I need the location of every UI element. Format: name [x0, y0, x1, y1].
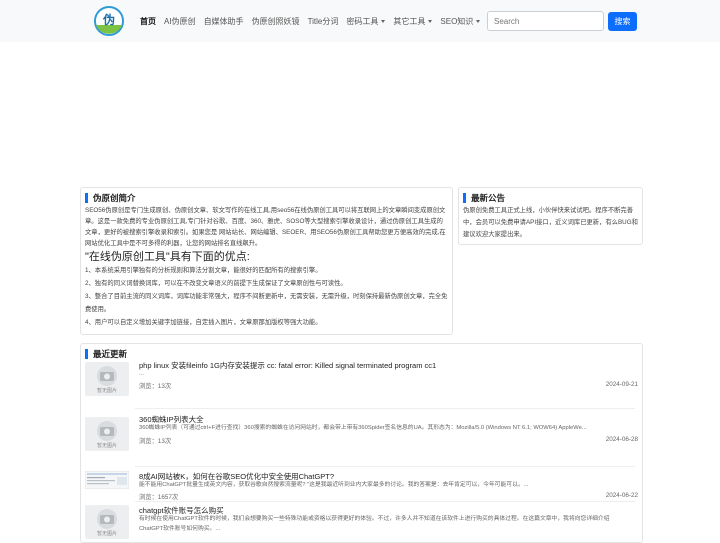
chevron-down-icon	[428, 19, 433, 23]
article-thumbnail[interactable]	[85, 471, 129, 489]
article-date: 2024-06-28	[605, 436, 638, 443]
svg-text:伪: 伪	[102, 12, 115, 27]
nav-media-assistant[interactable]: 自媒体助手	[204, 16, 244, 27]
divider	[135, 408, 635, 409]
navbar: 伪 首页 AI伪原创 自媒体助手 伪原创照妖镜 Title分词 密码工具 其它工…	[0, 0, 720, 42]
article-views: 浏览：1657次	[139, 494, 179, 501]
article-views: 浏览：13次	[139, 383, 172, 390]
article-date: 2024-06-22	[605, 492, 638, 499]
intro-point: 1、本系统采用引擎独有的分析规则和算法分割文章，能很好的匹配所有的搜索引擎。	[85, 267, 322, 274]
notice-title: 最新公告	[463, 193, 638, 203]
intro-point: 3、整合了目前主流的同义词库，词库功能非常强大，程序不间断更新中，无需安装，无需…	[85, 293, 448, 313]
nav-title-segment[interactable]: Title分词	[308, 16, 339, 27]
article-description: ...	[139, 371, 144, 377]
intro-point: 2、独有的同义词替换词库，可以在不改变文章语义的前提下生成保证了文章原创性与可读…	[85, 280, 347, 287]
intro-title: 伪原创简介	[85, 193, 448, 203]
divider	[135, 466, 635, 467]
article-description: 有时候在使用ChatGPT软件的时候，我们会想要购买一些特殊功能或资格以获得更好…	[139, 516, 610, 532]
intro-points: 1、本系统采用引擎独有的分析规则和算法分割文章，能很好的匹配所有的搜索引擎。 2…	[85, 264, 448, 329]
article-thumbnail[interactable]: 暂无图片	[85, 362, 129, 396]
notice-text: 伪原创免费工具正式上线，小伙伴快来试试吧。程序不断完善中，会员可以免费申请API…	[463, 207, 638, 238]
thumbnail-label: 暂无图片	[97, 442, 117, 449]
intro-heading: "在线伪原创工具"具有下面的优点:	[85, 251, 250, 263]
search-input[interactable]	[487, 11, 604, 31]
article-views: 浏览：13次	[139, 438, 172, 445]
thumbnail-label: 暂无图片	[97, 530, 117, 537]
recent-title: 最近更新	[85, 349, 638, 359]
article-thumbnail[interactable]: 暂无图片	[85, 417, 129, 451]
nav-seo-knowledge[interactable]: SEO知识	[440, 16, 481, 27]
intro-paragraph: SEO56伪原创是专门生成原创、伪原创文章、软文写作的在线工具,用seo56在线…	[85, 207, 446, 247]
intro-card: 伪原创简介 SEO56伪原创是专门生成原创、伪原创文章、软文写作的在线工具,用s…	[80, 187, 453, 335]
nav-home[interactable]: 首页	[140, 16, 156, 27]
recent-card: 最近更新 暂无图片 php linux 安装fileinfo 1G内存安装提示 …	[80, 343, 643, 543]
nav-password-tools[interactable]: 密码工具	[346, 16, 386, 27]
intro-point: 4、用户可以自定义增加关键字加链接，自定插入图片，文章原那加版权等强大功能。	[85, 319, 322, 326]
article-date: 2024-09-21	[605, 381, 638, 388]
nav-detector[interactable]: 伪原创照妖镜	[252, 16, 300, 27]
nav-other-tools[interactable]: 其它工具	[393, 16, 433, 27]
divider	[135, 501, 635, 502]
notice-card: 最新公告 伪原创免费工具正式上线，小伙伴快来试试吧。程序不断完善中，会员可以免费…	[458, 187, 643, 245]
site-logo[interactable]: 伪	[92, 5, 126, 37]
thumbnail-label: 暂无图片	[97, 387, 117, 394]
article-thumbnail[interactable]: 暂无图片	[85, 505, 129, 539]
article-description: 360蜘蛛IP列表（可通过ctrl+F进行查找）360搜索的蜘蛛在访问网站时，都…	[139, 425, 587, 431]
nav-ai-rewrite[interactable]: AI伪原创	[164, 16, 196, 27]
article-description: 能不能用ChatGPT批量生成英文内容，获取谷歌自然搜索流量呢? "这是我最近听…	[139, 482, 529, 488]
main-nav: 首页 AI伪原创 自媒体助手 伪原创照妖镜 Title分词 密码工具 其它工具 …	[140, 0, 488, 42]
search-button[interactable]: 搜索	[608, 12, 637, 31]
chevron-down-icon	[381, 19, 386, 23]
chevron-down-icon	[476, 19, 481, 23]
